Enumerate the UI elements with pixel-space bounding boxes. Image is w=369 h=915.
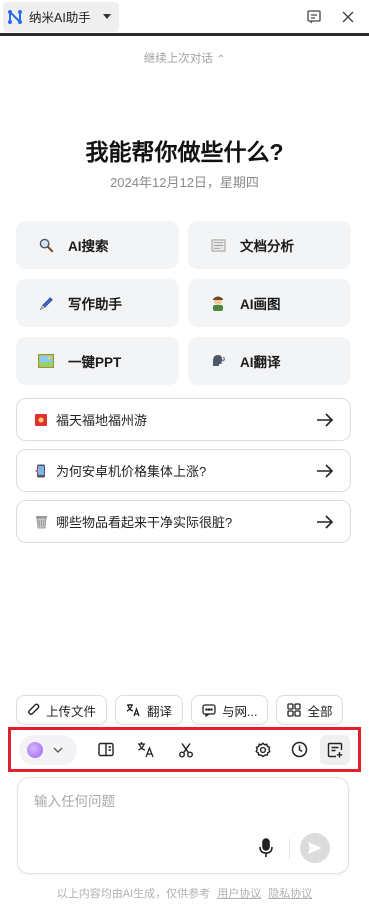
chip-label: 翻译: [147, 704, 173, 719]
model-avatar-icon: [27, 741, 43, 758]
artist-icon: [210, 295, 226, 311]
translate-chip[interactable]: 翻译: [115, 695, 184, 725]
web-chat-chip[interactable]: 与网...: [191, 695, 269, 725]
feature-writing-assistant[interactable]: 写作助手: [16, 279, 179, 327]
send-icon: [308, 842, 322, 854]
settings-icon[interactable]: [248, 735, 278, 765]
new-chat-icon[interactable]: [320, 734, 350, 765]
close-icon[interactable]: [335, 4, 361, 30]
chat-input-box: [17, 777, 349, 874]
feature-document-analysis[interactable]: 文档分析: [188, 221, 351, 269]
feature-ai-translate[interactable]: AI翻译: [188, 337, 351, 385]
suggestion-item[interactable]: 哪些物品看起来干净实际很脏?: [16, 500, 351, 543]
feature-ai-search[interactable]: AI搜索: [16, 221, 179, 269]
chevron-up-double-icon: ⌃: [216, 54, 226, 65]
chip-label: 与网...: [222, 704, 258, 719]
suggestion-item[interactable]: 福天福地福州游: [16, 398, 351, 441]
feature-label: 文档分析: [240, 239, 294, 254]
fu-icon: [34, 413, 48, 427]
chat-input[interactable]: [34, 792, 324, 810]
reading-mode-icon[interactable]: [91, 735, 121, 765]
arrow-right-icon: [316, 412, 334, 427]
disclaimer: 以上内容均由AI生成，仅供参考 用户协议 隐私协议: [0, 885, 369, 901]
microphone-icon[interactable]: [256, 837, 276, 859]
translate-icon[interactable]: [131, 735, 161, 765]
quick-action-chips: 上传文件 翻译 与网... 全部: [16, 695, 351, 725]
divider: [289, 839, 290, 859]
nami-logo-icon: [7, 9, 23, 25]
arrow-right-icon: [316, 514, 334, 529]
upload-file-chip[interactable]: 上传文件: [16, 695, 108, 725]
send-button[interactable]: [300, 833, 330, 863]
suggestion-text: 为何安卓机价格集体上涨?: [56, 464, 207, 479]
feature-ai-drawing[interactable]: AI画图: [188, 279, 351, 327]
terms-link[interactable]: 用户协议: [217, 888, 261, 900]
feature-label: AI画图: [240, 297, 281, 312]
speaking-head-icon: [210, 353, 226, 369]
app-name: 纳米AI助手: [29, 11, 91, 25]
magnifier-icon: [38, 237, 54, 253]
suggestion-text: 福天福地福州游: [56, 413, 148, 428]
history-icon[interactable]: [284, 735, 314, 765]
page-title: 我能帮你做些什么?: [85, 139, 284, 165]
title-bar: 纳米AI助手: [0, 0, 369, 36]
chevron-down-icon: [53, 747, 63, 753]
model-selector[interactable]: [19, 734, 77, 765]
document-icon: [210, 237, 226, 253]
suggestion-item[interactable]: 为何安卓机价格集体上涨?: [16, 449, 351, 492]
input-toolbar: [8, 727, 361, 772]
app-switcher[interactable]: 纳米AI助手: [3, 1, 119, 32]
feature-label: AI搜索: [68, 239, 109, 254]
suggestion-text: 哪些物品看起来干净实际很脏?: [56, 515, 233, 530]
translate-icon: [126, 704, 140, 717]
pen-icon: [38, 295, 54, 311]
feature-one-click-ppt[interactable]: 一键PPT: [16, 337, 179, 385]
picture-icon: [38, 353, 54, 369]
trash-icon: [34, 515, 48, 529]
suggestion-list: 福天福地福州游 为何安卓机价格集体上涨? 哪些物品看起来干净实际很脏?: [16, 398, 351, 551]
all-chip[interactable]: 全部: [276, 695, 344, 725]
note-icon[interactable]: [301, 4, 327, 30]
chip-label: 全部: [307, 704, 333, 719]
privacy-link[interactable]: 隐私协议: [268, 888, 312, 900]
feature-label: AI翻译: [240, 355, 281, 370]
disclaimer-text: 以上内容均由AI生成，仅供参考: [56, 888, 211, 900]
date-label: 2024年12月12日，星期四: [110, 175, 259, 190]
feature-label: 一键PPT: [68, 355, 122, 370]
feature-label: 写作助手: [68, 297, 122, 312]
chevron-down-icon: [102, 14, 111, 19]
grid-icon: [287, 703, 302, 717]
paperclip-icon: [28, 703, 40, 715]
arrow-right-icon: [316, 463, 334, 478]
continue-label: 继续上次对话: [143, 53, 213, 65]
scissors-icon[interactable]: [171, 735, 201, 765]
chat-icon: [202, 703, 216, 717]
chip-label: 上传文件: [46, 704, 97, 719]
continue-conversation-link[interactable]: 继续上次对话 ⌃: [0, 50, 369, 66]
phone-icon: [34, 464, 48, 478]
feature-grid: AI搜索 文档分析 写作助手 AI画图 一键PPT AI翻译: [16, 221, 351, 385]
app-window: 纳米AI助手 继续上次对话 ⌃ 我能帮你做些什么? 2024年12月12日，星期四…: [0, 0, 369, 915]
